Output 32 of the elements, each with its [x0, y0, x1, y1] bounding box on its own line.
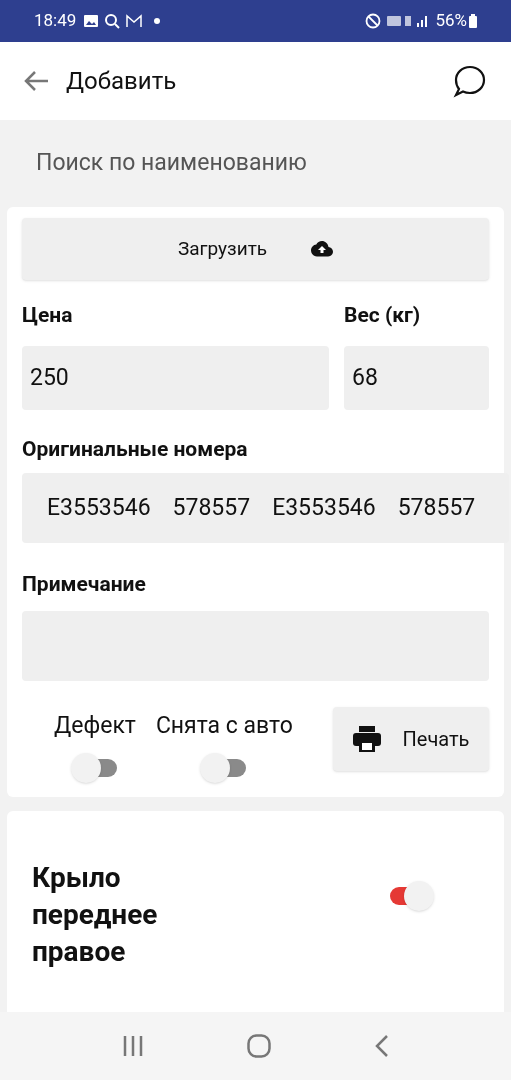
weight-field[interactable]: 68	[344, 345, 489, 410]
mail-icon	[126, 14, 143, 28]
printer-icon	[352, 725, 381, 752]
recent-apps-icon[interactable]	[121, 1036, 144, 1056]
battery-percent: 56%	[435, 9, 467, 33]
image-icon	[84, 15, 99, 27]
cloud-upload-icon	[311, 241, 334, 257]
upload-button[interactable]: Загрузить	[22, 218, 489, 280]
dot-icon	[154, 18, 161, 24]
switch-label: Снята с авто	[155, 710, 293, 741]
back-arrow-icon[interactable]	[24, 70, 50, 92]
chat-bubble-icon[interactable]	[453, 64, 487, 98]
field-label: Примечание	[22, 571, 147, 598]
part-title: Крыло переднее правое	[32, 860, 159, 970]
mute-icon	[365, 13, 382, 29]
page-title: Добавить	[66, 66, 177, 97]
number-chip[interactable]: E3553546	[272, 490, 376, 526]
field-label: Оригинальные номера	[22, 435, 249, 463]
number-chip[interactable]: 578557	[397, 490, 476, 526]
field-label: Цена	[22, 302, 74, 329]
home-icon[interactable]	[247, 1034, 272, 1058]
search-icon	[104, 13, 121, 29]
back-icon[interactable]	[375, 1035, 390, 1057]
price-field[interactable]: 250	[22, 345, 329, 410]
status-time: 18:49	[34, 9, 77, 33]
field-label: Вес (кг)	[344, 302, 422, 329]
battery-icon	[469, 14, 477, 28]
toggle-switch[interactable]	[70, 753, 119, 783]
number-chip[interactable]: 578557	[172, 490, 251, 526]
print-button[interactable]: Печать	[333, 706, 489, 771]
switch-label: Дефект	[54, 710, 136, 741]
number-chip[interactable]: E3553546	[47, 490, 151, 526]
